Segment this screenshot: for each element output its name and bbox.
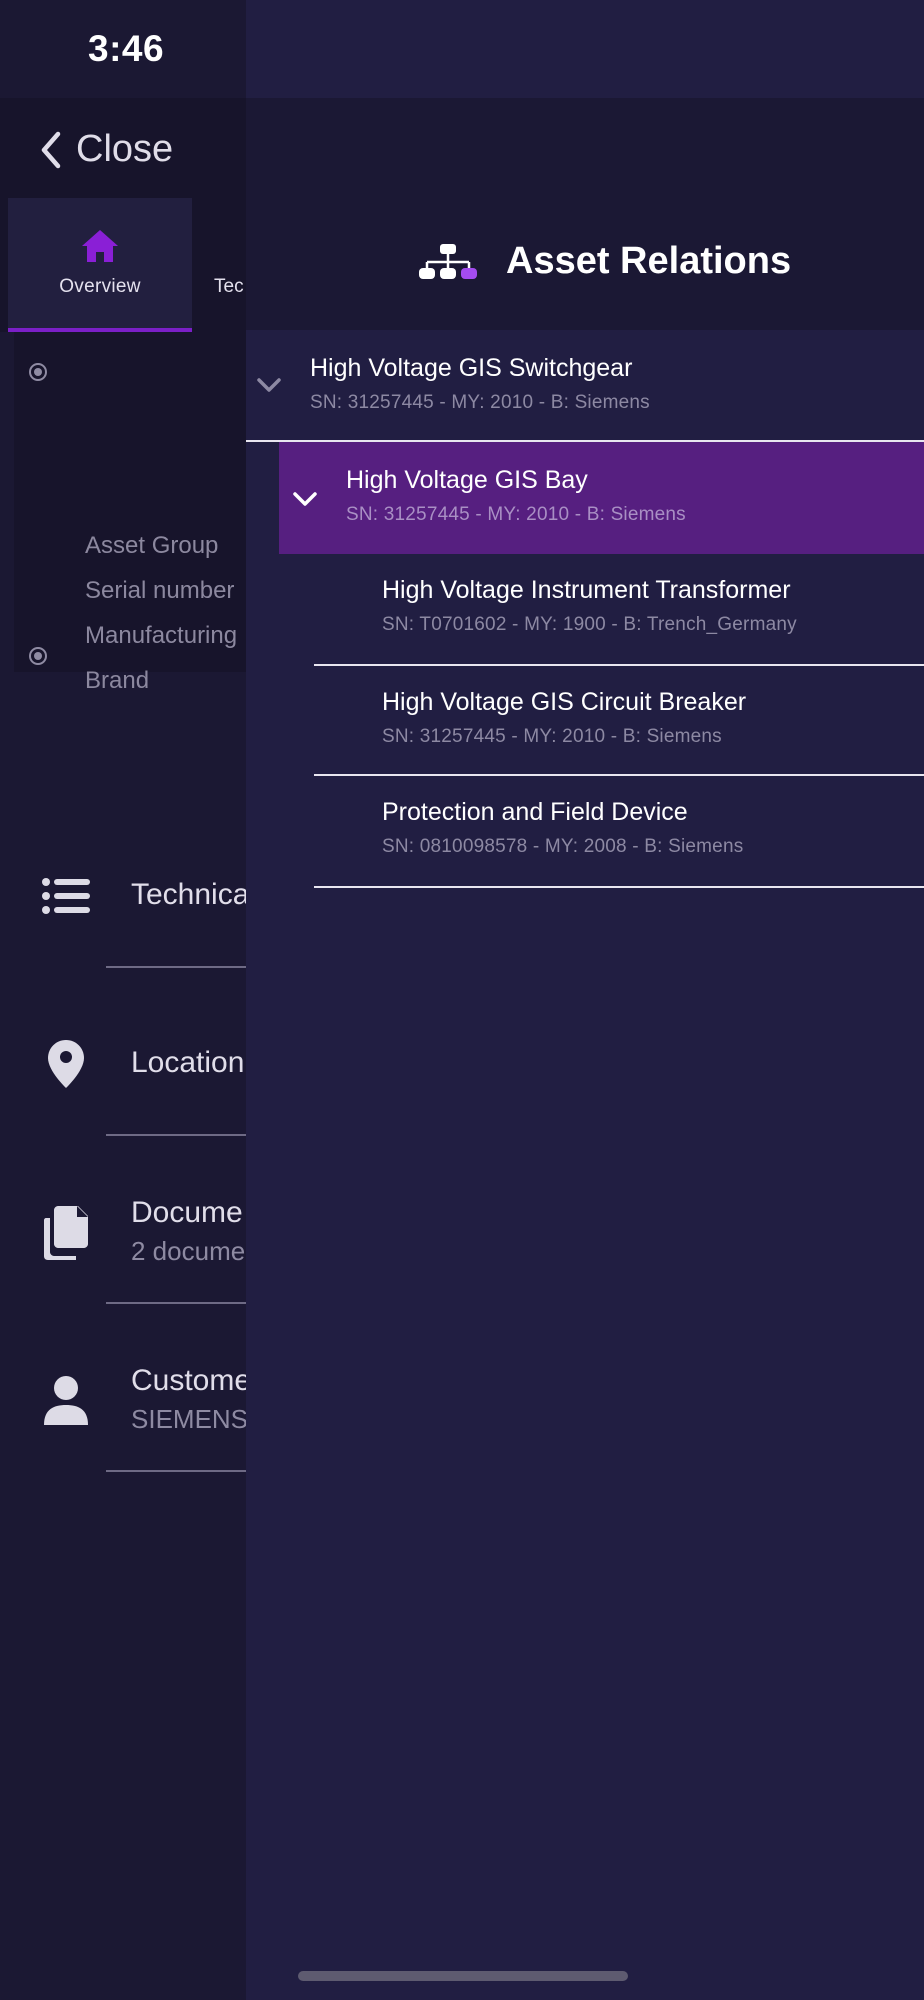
nav-subtitle: 2 docume <box>131 1236 246 1266</box>
divider <box>314 886 924 888</box>
chevron-down-icon[interactable] <box>256 376 282 394</box>
hierarchy-icon <box>419 243 477 279</box>
documents-icon <box>38 1204 94 1260</box>
nav-item-location[interactable]: Location <box>0 1036 246 1204</box>
chevron-down-icon[interactable] <box>292 490 318 508</box>
nav-title: Location <box>131 1046 245 1079</box>
nav-subtitle: SIEMENS <box>131 1404 249 1434</box>
nav-item-documents[interactable]: Docume 2 docume <box>0 1196 246 1372</box>
tab-overview[interactable]: Overview <box>8 198 192 332</box>
nav-title: Technica <box>131 878 250 911</box>
status-time: 3:46 <box>88 28 165 69</box>
radio-indicator-icon[interactable] <box>29 647 47 665</box>
close-label: Close <box>76 128 174 170</box>
radio-indicator-icon[interactable] <box>29 363 47 381</box>
info-label-serial-number: Serial number <box>85 577 235 604</box>
location-pin-icon <box>38 1036 94 1092</box>
close-button[interactable]: Close <box>38 128 173 171</box>
divider <box>106 1470 246 1472</box>
tree-item-title: High Voltage GIS Bay <box>346 466 588 494</box>
tree-item-subtitle: SN: 0810098578 - MY: 2008 - B: Siemens <box>382 836 744 857</box>
tree-item-instrument-transformer[interactable]: High Voltage Instrument Transformer SN: … <box>314 554 924 666</box>
info-label-brand: Brand <box>85 667 150 694</box>
app-screen: 3:46 Close Overview Tec Asset Group Seri… <box>0 0 924 2000</box>
chevron-left-icon <box>41 131 61 168</box>
asset-detail-page: Close Overview Tec Asset Group Serial nu… <box>0 98 251 2000</box>
asset-info-card: Asset Group Serial number Manufacturing … <box>14 332 246 694</box>
tree-item-title: High Voltage GIS Switchgear <box>310 354 633 382</box>
tab-technical[interactable]: Tec <box>214 276 244 298</box>
tree-item-subtitle: SN: T0701602 - MY: 1900 - B: Trench_Germ… <box>382 614 797 635</box>
tree-item-protection-device[interactable]: Protection and Field Device SN: 08100985… <box>314 776 924 888</box>
nav-item-customer[interactable]: Custome SIEMENS <box>0 1364 251 1540</box>
info-label-manufacturing: Manufacturing <box>85 622 238 649</box>
tree-item-gis-bay[interactable]: High Voltage GIS Bay SN: 31257445 - MY: … <box>279 442 924 554</box>
tree-item-circuit-breaker[interactable]: High Voltage GIS Circuit Breaker SN: 312… <box>314 666 924 776</box>
tree-item-subtitle: SN: 31257445 - MY: 2010 - B: Siemens <box>346 504 686 525</box>
home-indicator[interactable] <box>298 1971 628 1981</box>
divider <box>106 1134 246 1136</box>
asset-relations-drawer: Asset Relations High Voltage GIS Switchg… <box>246 0 924 2000</box>
person-icon <box>38 1372 94 1428</box>
tree-item-title: Protection and Field Device <box>382 798 688 826</box>
tree-item-switchgear[interactable]: High Voltage GIS Switchgear SN: 31257445… <box>246 330 924 442</box>
nav-item-technical[interactable]: Technica <box>0 868 250 1036</box>
home-icon <box>82 230 118 262</box>
divider <box>106 1302 246 1304</box>
page-header: Close Overview Tec <box>0 98 246 332</box>
nav-title: Docume <box>131 1196 243 1229</box>
info-label-asset-group: Asset Group <box>85 532 219 559</box>
drawer-title: Asset Relations <box>506 240 792 282</box>
divider <box>106 966 246 968</box>
nav-title: Custome <box>131 1364 252 1397</box>
drawer-title-bar: Asset Relations <box>418 240 791 283</box>
tree-item-title: High Voltage Instrument Transformer <box>382 576 791 604</box>
drawer-header <box>246 98 924 330</box>
tree-item-title: High Voltage GIS Circuit Breaker <box>382 688 747 716</box>
list-icon <box>38 868 94 924</box>
tree-item-subtitle: SN: 31257445 - MY: 2010 - B: Siemens <box>382 726 722 747</box>
tree-item-subtitle: SN: 31257445 - MY: 2010 - B: Siemens <box>310 392 650 413</box>
tab-overview-label: Overview <box>59 276 141 297</box>
